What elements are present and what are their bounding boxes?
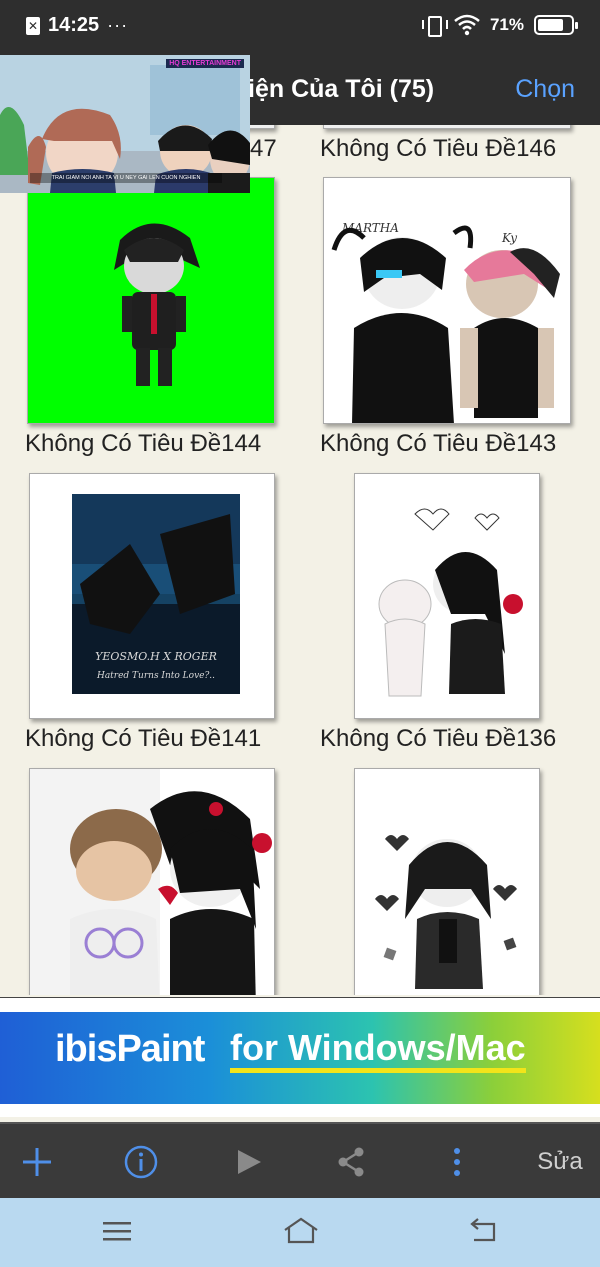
artwork-image: YEOSMO.H X ROGER Hatred Turns Into Love?… [72,494,240,694]
play-icon [238,1150,261,1174]
artwork-image [114,223,200,386]
system-navigation-bar [0,1198,600,1267]
artwork-thumbnail-6[interactable] [354,473,540,719]
artwork-label-5: Không Có Tiêu Đề141 [25,725,262,752]
more-vertical-icon [454,1148,460,1176]
ky-text: Ky [501,231,517,245]
play-button[interactable] [228,1138,270,1186]
ad-platform-text: for Windows/Mac [230,1028,526,1073]
info-button[interactable] [120,1138,162,1186]
status-time: 14:25 [48,14,100,36]
artwork-image [30,769,272,995]
battery-fill [538,19,563,31]
artwork-thumbnail-5[interactable]: YEOSMO.H X ROGER Hatred Turns Into Love?… [29,473,275,719]
status-right: 71% [421,14,578,37]
page-title: iện Của Tôi (75) [248,75,435,103]
ad-banner[interactable]: ibisPaint for Windows/Mac [0,997,600,1117]
menu-icon[interactable] [100,1216,134,1246]
artwork-label-1: 47 [250,135,277,162]
artwork-label-2: Không Có Tiêu Đề146 [320,135,557,162]
channel-tag: HQ ENTERTAINMENT [166,59,244,68]
battery-percent: 71% [489,15,524,34]
share-button[interactable] [330,1138,372,1186]
artwork-image [375,835,517,989]
select-button[interactable]: Chọn [515,75,575,104]
more-notifications-indicator: ··· [107,15,129,35]
artwork-gallery[interactable]: 47 Không Có Tiêu Đề146 Không Có Tiêu Đề1… [0,125,600,995]
add-button[interactable] [16,1138,58,1186]
vibrate-icon [421,14,448,37]
wifi-icon [454,14,480,36]
home-icon[interactable] [282,1216,320,1246]
info-icon [124,1145,158,1179]
artwork-thumbnail-8[interactable] [354,768,540,995]
back-icon[interactable] [466,1216,500,1246]
artwork-thumbnail-7[interactable] [29,768,275,995]
artwork-thumbnail-3[interactable] [27,177,275,424]
edit-button[interactable]: Sửa [530,1138,590,1186]
floating-video-player[interactable]: HQ ENTERTAINMENT TRAI GIAM NOI ANH TA VI… [0,55,250,193]
artwork-label-3: Không Có Tiêu Đề144 [25,430,262,457]
battery-icon [534,15,578,35]
artwork-thumbnail-2[interactable] [323,125,571,129]
artwork-image: MARTHA Ky [331,221,560,423]
artwork-image [378,508,523,697]
sim-off-icon: ✕ [26,16,40,35]
artwork-label-6: Không Có Tiêu Đề136 [320,725,557,752]
share-icon [338,1147,364,1177]
artwork-label-4: Không Có Tiêu Đề143 [320,430,557,457]
video-subtitle: TRAI GIAM NOI ANH TA VI U NEY GAI LEN CU… [30,173,222,183]
artwork-subcaption: Hatred Turns Into Love?.. [96,671,215,681]
more-options-button[interactable] [436,1138,478,1186]
ad-brand: ibisPaint [55,1028,205,1070]
status-left: ✕ 14:25 ··· [26,14,128,37]
status-bar: ✕ 14:25 ··· 71% [0,0,600,55]
bottom-toolbar: Sửa [0,1122,600,1198]
add-icon [23,1148,51,1176]
artwork-thumbnail-4[interactable]: MARTHA Ky [323,177,571,424]
artwork-caption: YEOSMO.H X ROGER [95,650,217,663]
